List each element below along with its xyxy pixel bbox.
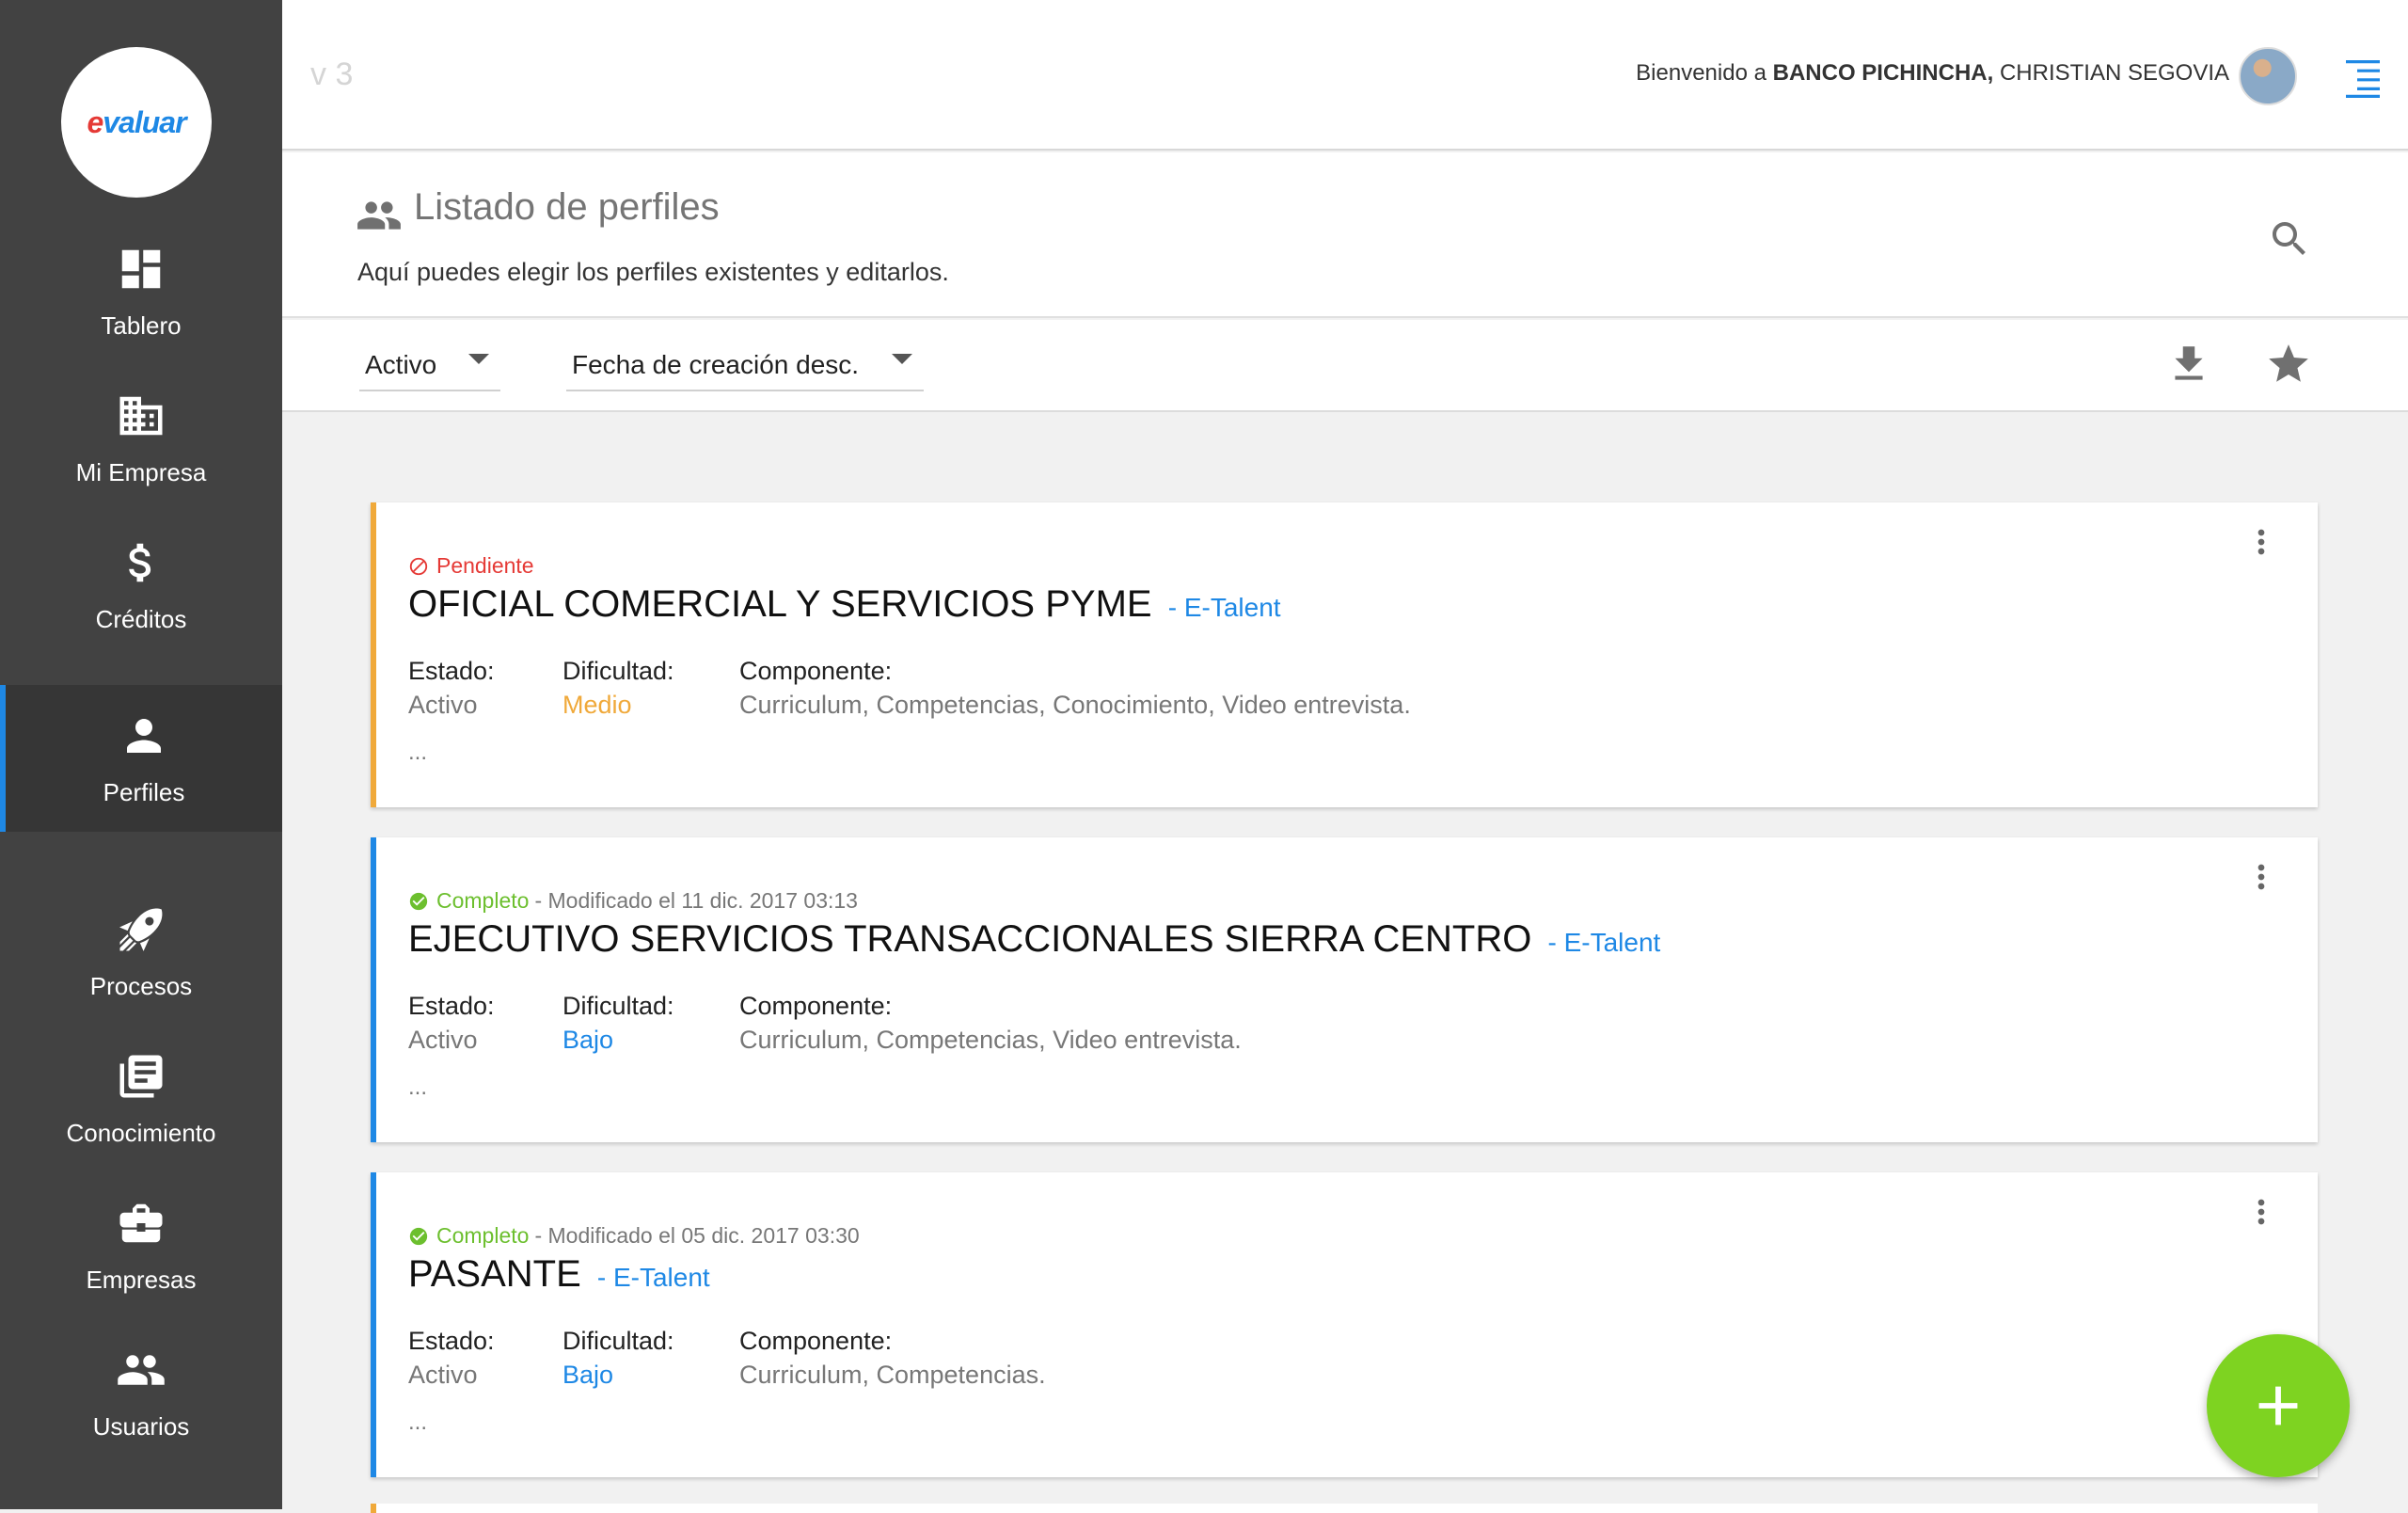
page-title-bar: Listado de perfiles Aquí puedes elegir l… bbox=[282, 152, 2408, 318]
download-icon[interactable] bbox=[2165, 341, 2212, 388]
page-subtitle: Aquí puedes elegir los perfiles existent… bbox=[357, 258, 949, 286]
status-badge: Pendiente bbox=[436, 553, 534, 578]
dificultad-value: Bajo bbox=[562, 1361, 614, 1389]
people-icon bbox=[357, 201, 401, 230]
app-logo[interactable]: evaluar bbox=[61, 47, 212, 198]
more-ellipsis: ... bbox=[408, 740, 428, 765]
check-circle-icon bbox=[409, 892, 428, 910]
check-circle-icon bbox=[409, 1227, 428, 1245]
sidebar-item-label: Procesos bbox=[89, 971, 193, 1000]
version-label: v 3 bbox=[310, 56, 354, 92]
logo-text: evaluar bbox=[87, 104, 186, 139]
componente-value: Curriculum, Competencias, Conocimiento, … bbox=[739, 691, 1411, 719]
plus-icon bbox=[2258, 1386, 2298, 1425]
estado-label: Estado: bbox=[408, 1327, 495, 1355]
caret-down-icon bbox=[468, 354, 489, 364]
profile-source: - E-Talent bbox=[596, 1263, 710, 1292]
modified-date: - Modificado el 11 dic. 2017 03:13 bbox=[534, 888, 858, 913]
estado-value: Activo bbox=[408, 1026, 478, 1054]
sidebar-item-tablero[interactable]: Tablero bbox=[0, 218, 282, 365]
dificultad-value: Medio bbox=[562, 691, 632, 719]
library-books-icon bbox=[119, 1055, 163, 1097]
sidebar-item-label: Créditos bbox=[95, 604, 187, 633]
more-ellipsis: ... bbox=[408, 1075, 428, 1100]
star-icon[interactable] bbox=[2265, 341, 2312, 388]
sidebar-item-label: Conocimiento bbox=[66, 1118, 216, 1147]
profile-card[interactable]: Completo - Modificado el 05 dic. 2017 03… bbox=[371, 1172, 2318, 1477]
person-icon bbox=[127, 718, 161, 753]
page-title: Listado de perfiles bbox=[414, 186, 720, 228]
block-icon bbox=[409, 557, 428, 575]
sidebar-item-label: Tablero bbox=[101, 311, 182, 340]
people-icon bbox=[118, 1354, 165, 1385]
add-profile-button[interactable] bbox=[2207, 1334, 2350, 1477]
sidebar-item-procesos[interactable]: Procesos bbox=[0, 879, 282, 1026]
sidebar-item-conocimiento[interactable]: Conocimiento bbox=[0, 1026, 282, 1172]
card-status-line: Completo - Modificado el 05 dic. 2017 03… bbox=[408, 1223, 860, 1249]
componente-label: Componente: bbox=[739, 1327, 893, 1355]
welcome-prefix: Bienvenido a bbox=[1636, 60, 1766, 86]
profile-title: OFICIAL COMERCIAL Y SERVICIOS PYME - E-T… bbox=[408, 583, 1281, 626]
status-badge: Completo bbox=[436, 1223, 530, 1248]
dificultad-value: Bajo bbox=[562, 1026, 614, 1054]
sidebar-item-label: Empresas bbox=[86, 1265, 197, 1294]
modified-date: - Modificado el 05 dic. 2017 03:30 bbox=[534, 1223, 860, 1248]
card-status-line: Pendiente bbox=[408, 553, 534, 579]
sidebar-item-label: Usuarios bbox=[92, 1411, 190, 1441]
dificultad-label: Dificultad: bbox=[562, 992, 674, 1020]
sidebar-item-creditos[interactable]: Créditos bbox=[0, 512, 282, 659]
sidebar-item-usuarios[interactable]: Usuarios bbox=[0, 1319, 282, 1466]
card-status-line: Completo - Modificado el 11 dic. 2017 03… bbox=[408, 888, 858, 914]
estado-label: Estado: bbox=[408, 992, 495, 1020]
profile-source: - E-Talent bbox=[1547, 928, 1661, 957]
profile-source: - E-Talent bbox=[1167, 593, 1281, 622]
status-filter-select[interactable]: Activo bbox=[359, 341, 500, 391]
more-vert-icon[interactable] bbox=[2242, 1193, 2280, 1231]
profile-name: EJECUTIVO SERVICIOS TRANSACCIONALES SIER… bbox=[408, 918, 1532, 960]
menu-icon[interactable] bbox=[2340, 55, 2385, 100]
estado-label: Estado: bbox=[408, 657, 495, 685]
building-icon bbox=[119, 396, 163, 435]
componente-label: Componente: bbox=[739, 992, 893, 1020]
profile-card-partial[interactable] bbox=[371, 1504, 2318, 1513]
dificultad-label: Dificultad: bbox=[562, 1327, 674, 1355]
sidebar-item-mi-empresa[interactable]: Mi Empresa bbox=[0, 365, 282, 512]
dashboard-icon bbox=[121, 249, 161, 288]
componente-value: Curriculum, Competencias. bbox=[739, 1361, 1046, 1389]
profile-card[interactable]: Pendiente OFICIAL COMERCIAL Y SERVICIOS … bbox=[371, 502, 2318, 807]
caret-down-icon bbox=[892, 354, 912, 364]
estado-value: Activo bbox=[408, 1361, 478, 1389]
sidebar-item-perfiles[interactable]: Perfiles bbox=[0, 685, 282, 832]
profile-name: PASANTE bbox=[408, 1253, 581, 1295]
profile-title: EJECUTIVO SERVICIOS TRANSACCIONALES SIER… bbox=[408, 918, 1660, 961]
status-filter-value: Activo bbox=[365, 350, 437, 379]
welcome-message: Bienvenido a BANCO PICHINCHA, CHRISTIAN … bbox=[1636, 60, 2229, 87]
status-badge: Completo bbox=[436, 888, 530, 913]
more-vert-icon[interactable] bbox=[2242, 858, 2280, 896]
sort-order-select[interactable]: Fecha de creación desc. bbox=[566, 341, 924, 391]
more-ellipsis: ... bbox=[408, 1409, 428, 1435]
sort-order-value: Fecha de creación desc. bbox=[572, 350, 860, 379]
componente-value: Curriculum, Competencias, Video entrevis… bbox=[739, 1026, 1242, 1054]
user-name: CHRISTIAN SEGOVIA bbox=[1999, 60, 2229, 86]
estado-value: Activo bbox=[408, 691, 478, 719]
sidebar-item-label: Perfiles bbox=[103, 777, 185, 806]
profile-card[interactable]: Completo - Modificado el 11 dic. 2017 03… bbox=[371, 837, 2318, 1142]
search-icon[interactable] bbox=[2267, 216, 2312, 262]
sidebar-item-label: Mi Empresa bbox=[75, 457, 207, 486]
profile-title: PASANTE - E-Talent bbox=[408, 1253, 710, 1296]
company-name: BANCO PICHINCHA, bbox=[1772, 60, 1994, 86]
profile-name: OFICIAL COMERCIAL Y SERVICIOS PYME bbox=[408, 583, 1152, 625]
filter-bar: Activo Fecha de creación desc. bbox=[282, 320, 2408, 412]
top-header: v 3 Bienvenido a BANCO PICHINCHA, CHRIST… bbox=[282, 0, 2408, 151]
dollar-icon bbox=[129, 543, 151, 581]
componente-label: Componente: bbox=[739, 657, 893, 685]
more-vert-icon[interactable] bbox=[2242, 523, 2280, 561]
sidebar: evaluar Tablero Mi Empresa Créditos Perf… bbox=[0, 0, 282, 1509]
rocket-icon bbox=[119, 908, 163, 951]
sidebar-item-empresas[interactable]: Empresas bbox=[0, 1172, 282, 1319]
briefcase-icon bbox=[119, 1203, 163, 1242]
dificultad-label: Dificultad: bbox=[562, 657, 674, 685]
avatar[interactable] bbox=[2239, 47, 2297, 105]
